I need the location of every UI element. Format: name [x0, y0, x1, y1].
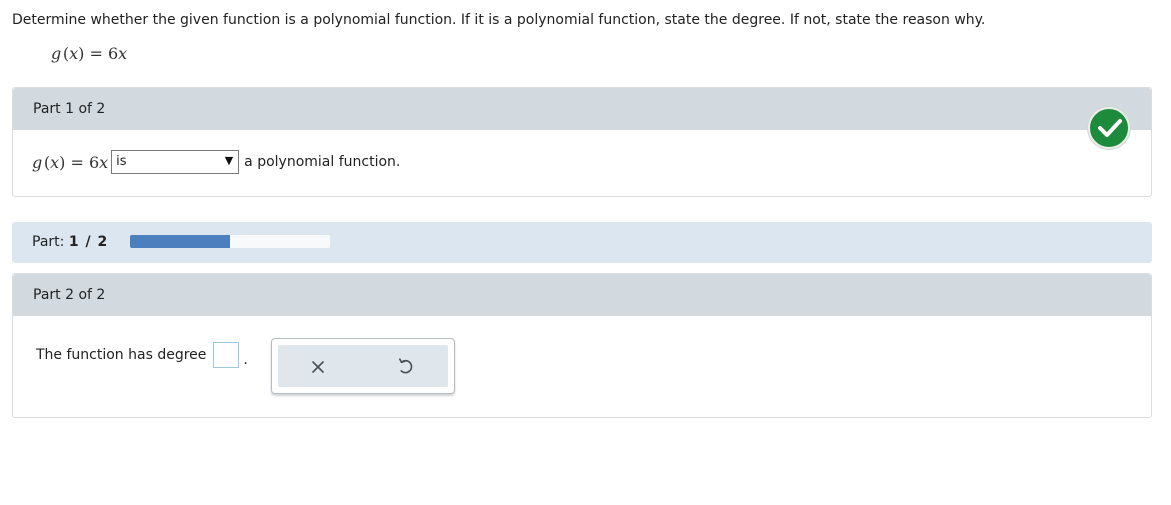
function-variable: x — [118, 44, 128, 63]
progress-fill — [130, 235, 230, 248]
function-name: g — [51, 44, 62, 63]
part-1-header: Part 1 of 2 — [13, 88, 1151, 130]
part-2-header: Part 2 of 2 — [13, 274, 1151, 316]
function-coefficient: 6 — [107, 44, 119, 63]
part-progress: Part: 1 / 2 — [12, 222, 1152, 263]
checkmark-icon — [1088, 107, 1130, 149]
degree-input[interactable] — [213, 342, 240, 368]
undo-icon[interactable] — [395, 356, 415, 376]
given-function: g (x) = 6x — [51, 44, 128, 63]
period: . — [243, 352, 248, 368]
answer-function: g (x) = 6x — [32, 152, 109, 172]
progress-label: Part: 1 / 2 — [32, 234, 109, 250]
answer-tools — [271, 338, 455, 394]
tools-bar — [278, 345, 448, 387]
question-instruction: Determine whether the given function is … — [12, 12, 986, 28]
dropdown-arrow-icon: ▼ — [224, 154, 234, 167]
part-2-panel: Part 2 of 2 The function has degree . — [12, 273, 1152, 418]
degree-prompt: The function has degree — [36, 347, 207, 363]
progress-track — [130, 235, 330, 248]
function-arg: x — [69, 44, 79, 63]
part-1-panel: Part 1 of 2 g (x) = 6x is ▼ a polynomial… — [12, 87, 1152, 197]
is-dropdown[interactable]: is ▼ — [111, 150, 240, 174]
close-icon[interactable] — [308, 357, 328, 377]
after-select-text: a polynomial function. — [244, 154, 401, 170]
dropdown-value: is — [116, 154, 127, 169]
